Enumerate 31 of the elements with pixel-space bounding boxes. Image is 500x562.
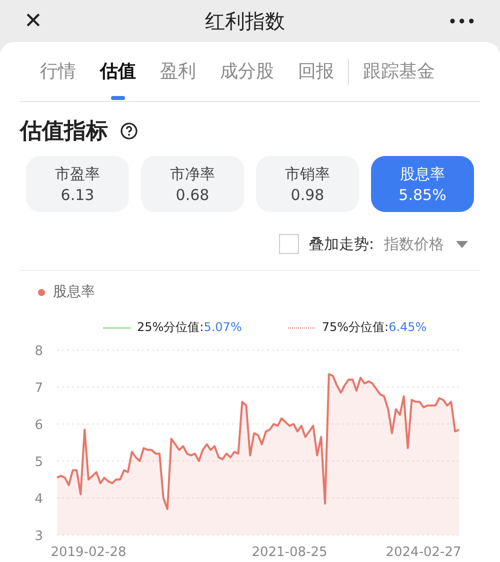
tab[interactable]: 行情 [30, 42, 86, 101]
tab[interactable]: 回报 [288, 42, 344, 101]
x-axis-label: 2021-08-25 [252, 545, 328, 560]
metric-button[interactable]: 市净率 0.68 [141, 156, 244, 212]
close-button[interactable]: ✕ [24, 8, 42, 34]
caret-icon [456, 240, 468, 248]
percentile-label: 75%分位值:6.45% [322, 319, 427, 336]
x-axis-label: 2024-02-27 [386, 545, 462, 560]
y-axis-label: 6 [34, 418, 43, 433]
y-axis-label: 7 [34, 381, 43, 396]
legend-label: 股息率 [53, 283, 95, 301]
page-title: 红利指数 [205, 8, 286, 34]
tab[interactable]: 跟踪基金 [353, 42, 445, 101]
help-icon[interactable] [120, 122, 138, 140]
x-axis-label: 2019-02-28 [50, 545, 126, 560]
metric-button[interactable]: 市盈率 6.13 [26, 156, 129, 212]
metric-button[interactable]: 市销率 0.98 [256, 156, 359, 212]
checkbox[interactable] [278, 234, 299, 254]
tab[interactable]: 盈利 [150, 42, 206, 101]
y-axis-label: 8 [34, 344, 43, 359]
more-button[interactable]: ••• [448, 12, 476, 30]
y-axis-label: 3 [34, 529, 43, 544]
y-axis-label: 4 [34, 492, 43, 507]
metric-button[interactable]: 股息率 5.85% [371, 156, 474, 212]
tab[interactable]: 成分股 [210, 42, 284, 101]
percentile-label: 25%分位值:5.07% [137, 319, 242, 336]
tab[interactable]: 估值 [90, 42, 146, 101]
y-axis-label: 5 [34, 455, 43, 470]
overlay-label: 叠加走势: [308, 234, 374, 254]
index-dropdown[interactable]: 指数价格 [384, 234, 468, 254]
section-title: 估值指标 [20, 118, 108, 146]
